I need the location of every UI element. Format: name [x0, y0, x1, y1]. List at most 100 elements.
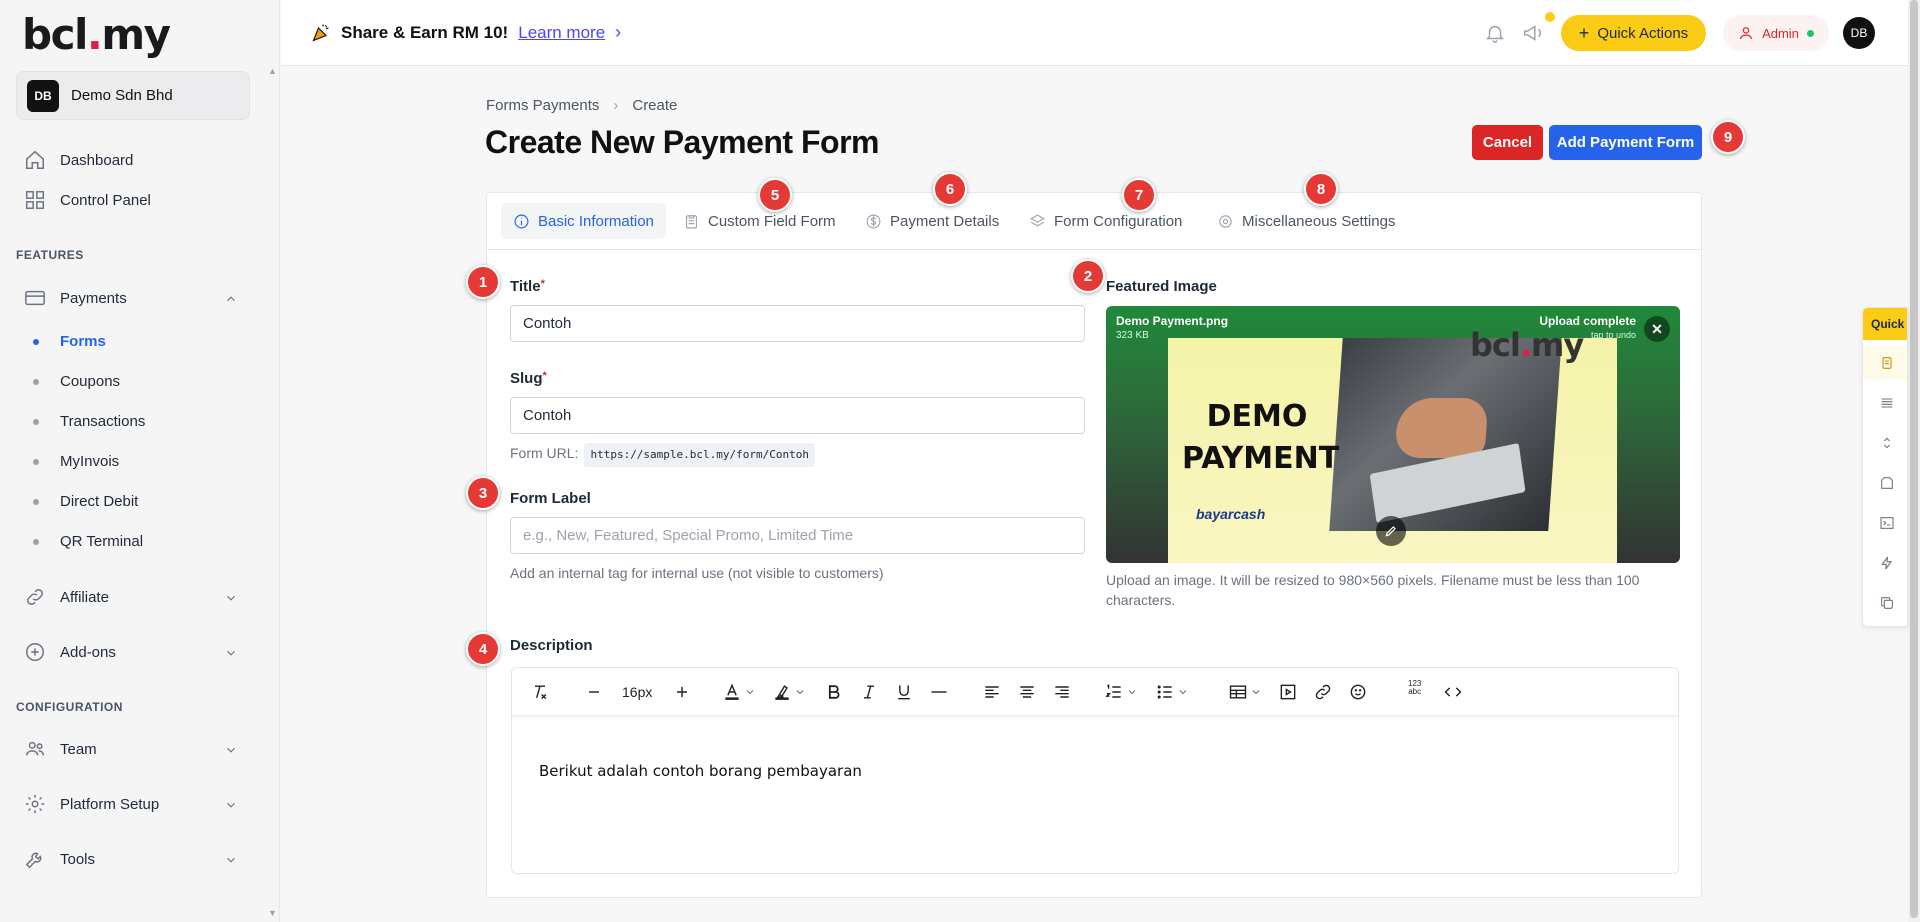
top-bar: Share & Earn RM 10! Learn more › + Quick… [281, 0, 1909, 66]
bullet-list-button[interactable] [1155, 680, 1189, 704]
horizontal-rule-button[interactable] [929, 680, 949, 704]
upload-status: Upload complete [1539, 314, 1636, 328]
expand-icon[interactable] [1879, 435, 1895, 451]
user-avatar[interactable]: DB [1843, 17, 1875, 49]
credit-card-icon [25, 290, 45, 306]
bell-icon[interactable] [1484, 22, 1506, 44]
tab-form-configuration[interactable]: Form Configuration [1017, 203, 1194, 239]
sidebar-scrollbar[interactable]: ▲ ▼ [266, 62, 278, 922]
sidebar-item-forms[interactable]: Forms [60, 333, 106, 350]
user-icon [1740, 27, 1752, 40]
word-count-button[interactable]: 123 abc [1408, 680, 1421, 704]
editor-toolbar: 16px 123 abc [512, 668, 1678, 716]
page-scrollbar[interactable] [1908, 0, 1920, 922]
form-url-row: Form URL: https://sample.bcl.my/form/Cont… [510, 443, 815, 467]
tab-basic-information[interactable]: Basic Information [501, 203, 666, 239]
clear-format-button[interactable] [530, 680, 550, 704]
sub-bullet [33, 459, 39, 465]
sidebar-item-coupons[interactable]: Coupons [60, 373, 120, 390]
underline-button[interactable] [894, 680, 914, 704]
clear-format-icon [535, 685, 547, 700]
lightning-icon[interactable] [1879, 555, 1895, 571]
minus-icon [589, 691, 599, 693]
description-editor[interactable]: 16px 123 abc Berikut adalah contoh borang… [511, 667, 1679, 874]
quick-panel-header[interactable]: Quick [1863, 308, 1907, 340]
description-content[interactable]: Berikut adalah contoh borang pembayaran [539, 762, 862, 780]
emoji-button[interactable] [1348, 680, 1368, 704]
step-marker-6: 6 [933, 172, 967, 206]
font-size-increase-button[interactable] [672, 680, 692, 704]
scroll-down-arrow-icon[interactable]: ▼ [268, 908, 277, 918]
source-code-button[interactable] [1443, 680, 1463, 704]
sidebar-item-team[interactable]: Team [24, 738, 235, 760]
align-center-icon [1020, 686, 1034, 698]
text-color-button[interactable] [722, 680, 756, 704]
align-center-button[interactable] [1017, 680, 1037, 704]
sidebar-item-dashboard[interactable]: Dashboard [24, 149, 133, 171]
cancel-button[interactable]: Cancel [1472, 125, 1543, 160]
tab-miscellaneous-settings[interactable]: Miscellaneous Settings [1205, 203, 1407, 239]
remove-image-button[interactable]: ✕ [1644, 316, 1670, 342]
featured-image-preview[interactable]: DEMO PAYMENT bcl.my bayarcash Demo Paymen… [1106, 306, 1680, 563]
company-switcher[interactable]: DB Demo Sdn Bhd [16, 71, 250, 120]
list-icon[interactable] [1879, 395, 1895, 411]
form-url-value[interactable]: https://sample.bcl.my/form/Contoh [584, 443, 815, 467]
box-icon[interactable] [1879, 475, 1895, 491]
sidebar-item-add-ons[interactable]: Add-ons [24, 641, 235, 663]
brand-logo[interactable]: bcl.my [22, 10, 171, 59]
undo-upload-link[interactable]: tap to undo [1591, 330, 1636, 340]
link-icon [27, 589, 43, 605]
sidebar-item-tools[interactable]: Tools [24, 848, 235, 870]
font-size-value[interactable]: 16px [622, 680, 652, 704]
sidebar-item-direct-debit[interactable]: Direct Debit [60, 493, 138, 510]
highlight-color-button[interactable] [772, 680, 806, 704]
description-label: Description [510, 637, 593, 654]
ordered-list-button[interactable] [1104, 680, 1138, 704]
image-demo-text: DEMO PAYMENT [1182, 399, 1340, 476]
scrollbar-thumb[interactable] [1910, 0, 1918, 918]
title-label: Title* [510, 278, 545, 295]
step-marker-8: 8 [1304, 172, 1338, 206]
align-left-button[interactable] [982, 680, 1002, 704]
quick-actions-button[interactable]: + Quick Actions [1561, 15, 1706, 51]
insert-media-button[interactable] [1278, 680, 1298, 704]
align-right-button[interactable] [1052, 680, 1072, 704]
insert-link-button[interactable] [1313, 680, 1333, 704]
terminal-icon[interactable] [1879, 515, 1895, 531]
tab-payment-details[interactable]: Payment Details [853, 203, 1011, 239]
link-icon [1315, 684, 1331, 700]
company-avatar: DB [27, 79, 59, 112]
italic-button[interactable] [859, 680, 879, 704]
document-icon[interactable] [1879, 355, 1895, 371]
chevron-right-icon[interactable]: › [615, 22, 621, 43]
title-input[interactable]: Contoh [510, 305, 1085, 342]
step-marker-2: 2 [1071, 259, 1105, 293]
admin-role-badge[interactable]: Admin [1723, 15, 1829, 51]
table-button[interactable] [1228, 680, 1262, 704]
learn-more-link[interactable]: Learn more [518, 23, 605, 43]
slug-input[interactable]: Contoh [510, 397, 1085, 434]
align-right-icon [1055, 686, 1069, 698]
sidebar-item-affiliate[interactable]: Affiliate [24, 586, 235, 608]
form-label-input[interactable]: e.g., New, Featured, Special Promo, Limi… [510, 517, 1085, 554]
bold-button[interactable] [824, 680, 844, 704]
edit-image-button[interactable] [1376, 516, 1406, 546]
sidebar-item-payments[interactable]: Payments [24, 287, 235, 309]
add-payment-form-button[interactable]: Add Payment Form [1549, 125, 1702, 160]
configuration-section-label: CONFIGURATION [16, 700, 123, 714]
megaphone-icon[interactable] [1522, 22, 1544, 44]
font-size-decrease-button[interactable] [584, 680, 604, 704]
notification-dot [1545, 12, 1555, 22]
breadcrumb-forms-payments[interactable]: Forms Payments [486, 97, 599, 114]
sidebar-item-platform-setup[interactable]: Platform Setup [24, 793, 235, 815]
sidebar-item-myinvois[interactable]: MyInvois [60, 453, 119, 470]
sidebar-item-qr-terminal[interactable]: QR Terminal [60, 533, 143, 550]
sidebar-item-control-panel[interactable]: Control Panel [24, 189, 151, 211]
scroll-up-arrow-icon[interactable]: ▲ [268, 66, 277, 76]
grid-icon [26, 191, 44, 209]
dollar-circle-icon [866, 214, 881, 228]
tab-custom-field-form[interactable]: Custom Field Form [671, 203, 848, 239]
chevron-down-icon [1252, 690, 1260, 695]
sidebar-item-transactions[interactable]: Transactions [60, 413, 145, 430]
copy-icon[interactable] [1879, 595, 1895, 611]
